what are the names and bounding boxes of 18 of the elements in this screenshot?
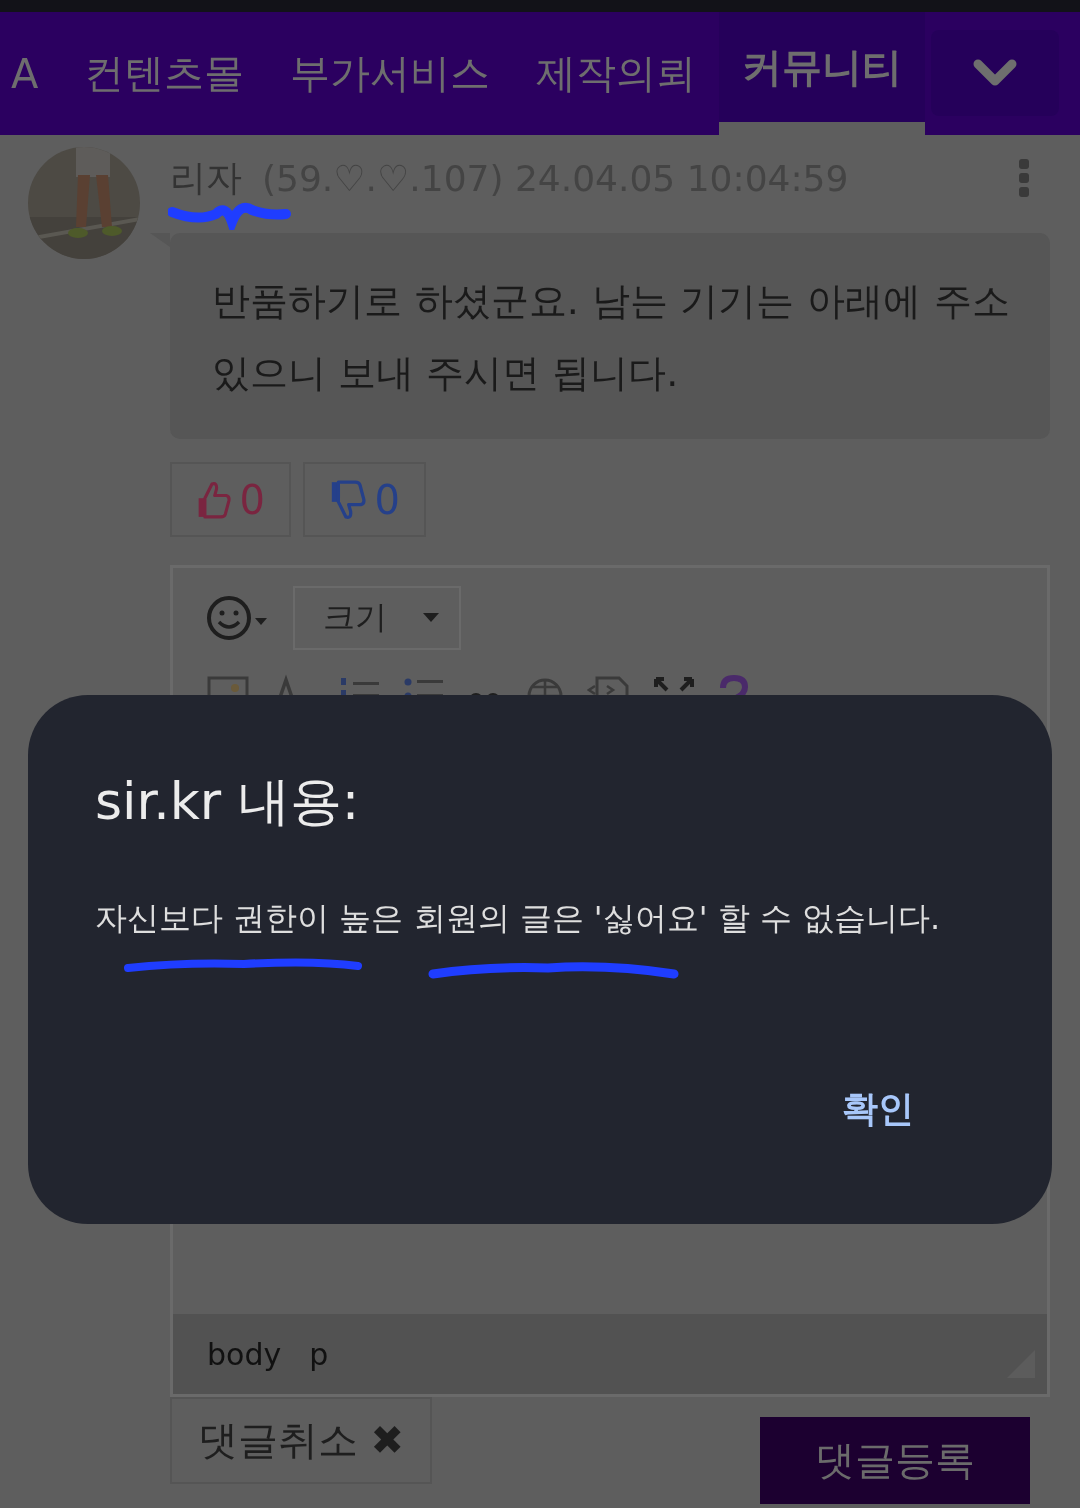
nav-tab[interactable]: 제작의뢰 [513,12,720,135]
size-select[interactable]: 크기 [293,586,461,650]
cancel-button[interactable]: 댓글취소 ✖ [170,1397,432,1484]
ok-button[interactable]: 확인 [832,1081,924,1138]
chevron-down-icon [973,58,1017,88]
dialog-message: 자신보다 권한이 높은 회원의 글은 '싫어요' 할 수 없습니다. [95,898,941,939]
element-path-item[interactable]: p [309,1336,329,1372]
nav-tab[interactable]: 커뮤니티 [719,12,926,135]
submit-button[interactable]: 댓글등록 [760,1417,1030,1504]
element-path-item[interactable]: body [207,1336,282,1372]
comment-text: 반품하기로 하셨군요. 남는 기기는 아래에 주소 있으니 보내 주시면 됩니다. [212,278,1010,397]
nav-tab[interactable]: A [0,12,62,135]
more-icon[interactable] [1018,158,1030,198]
nav-tab[interactable]: 컨텐츠몰 [61,12,268,135]
expand-button[interactable] [931,30,1059,116]
nav-tab[interactable]: 부가서비스 [267,12,514,135]
caret-icon [423,613,439,623]
dialog-title: sir.kr 내용: [95,770,361,833]
